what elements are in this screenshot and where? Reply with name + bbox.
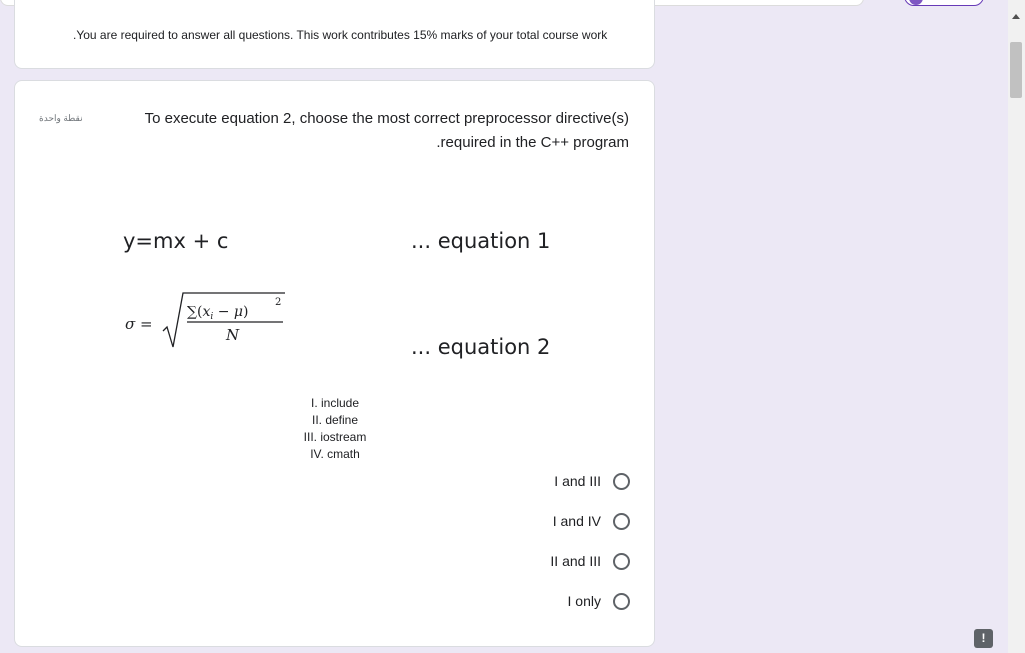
option-label: I and IV: [552, 513, 601, 529]
points-label: نقطة واحدة: [39, 113, 83, 123]
option-ii-and-iii[interactable]: II and III: [550, 550, 630, 572]
list-item: IV. cmath: [310, 447, 360, 461]
equation-1-label: ... equation 1: [411, 229, 551, 253]
radio-button[interactable]: [613, 592, 630, 610]
svg-text:2: 2: [275, 297, 281, 308]
equation-1: y=mx + c: [123, 229, 229, 253]
equation-2-image: σ = ∑(xi − μ) 2 N: [125, 292, 285, 348]
form-description-card: .You are required to answer all question…: [14, 0, 655, 69]
svg-text:∑(xi − μ): ∑(xi − μ): [187, 304, 248, 322]
option-label: II and III: [550, 553, 601, 569]
question-title: To execute equation 2, choose the most c…: [144, 110, 629, 151]
radio-button[interactable]: [613, 552, 630, 570]
directive-list: I. include II. define III. iostream IV. …: [285, 395, 385, 463]
list-item: I. include: [310, 396, 360, 410]
report-problem-icon[interactable]: !: [974, 629, 993, 648]
triangle-up-icon[interactable]: [1012, 14, 1020, 19]
list-item: III. iostream: [303, 430, 367, 444]
equation-2-label: ... equation 2: [411, 335, 551, 359]
list-item: II. define: [311, 413, 359, 427]
svg-text:N: N: [225, 326, 240, 344]
question-card: نقطة واحدة To execute equation 2, choose…: [14, 80, 655, 647]
option-label: I only: [567, 593, 601, 609]
option-i-and-iii[interactable]: I and III: [554, 470, 630, 492]
vertical-scrollbar[interactable]: [1008, 0, 1025, 653]
option-i-only[interactable]: I only: [568, 590, 630, 612]
option-label: I and III: [554, 473, 601, 489]
scrollbar-thumb[interactable]: [1010, 42, 1022, 98]
form-description-text: .You are required to answer all question…: [73, 28, 608, 42]
option-i-and-iv[interactable]: I and IV: [553, 510, 630, 532]
radio-button[interactable]: [613, 512, 630, 530]
account-button[interactable]: [904, 0, 984, 6]
svg-text:σ =: σ =: [125, 315, 153, 333]
radio-button[interactable]: [613, 472, 630, 490]
